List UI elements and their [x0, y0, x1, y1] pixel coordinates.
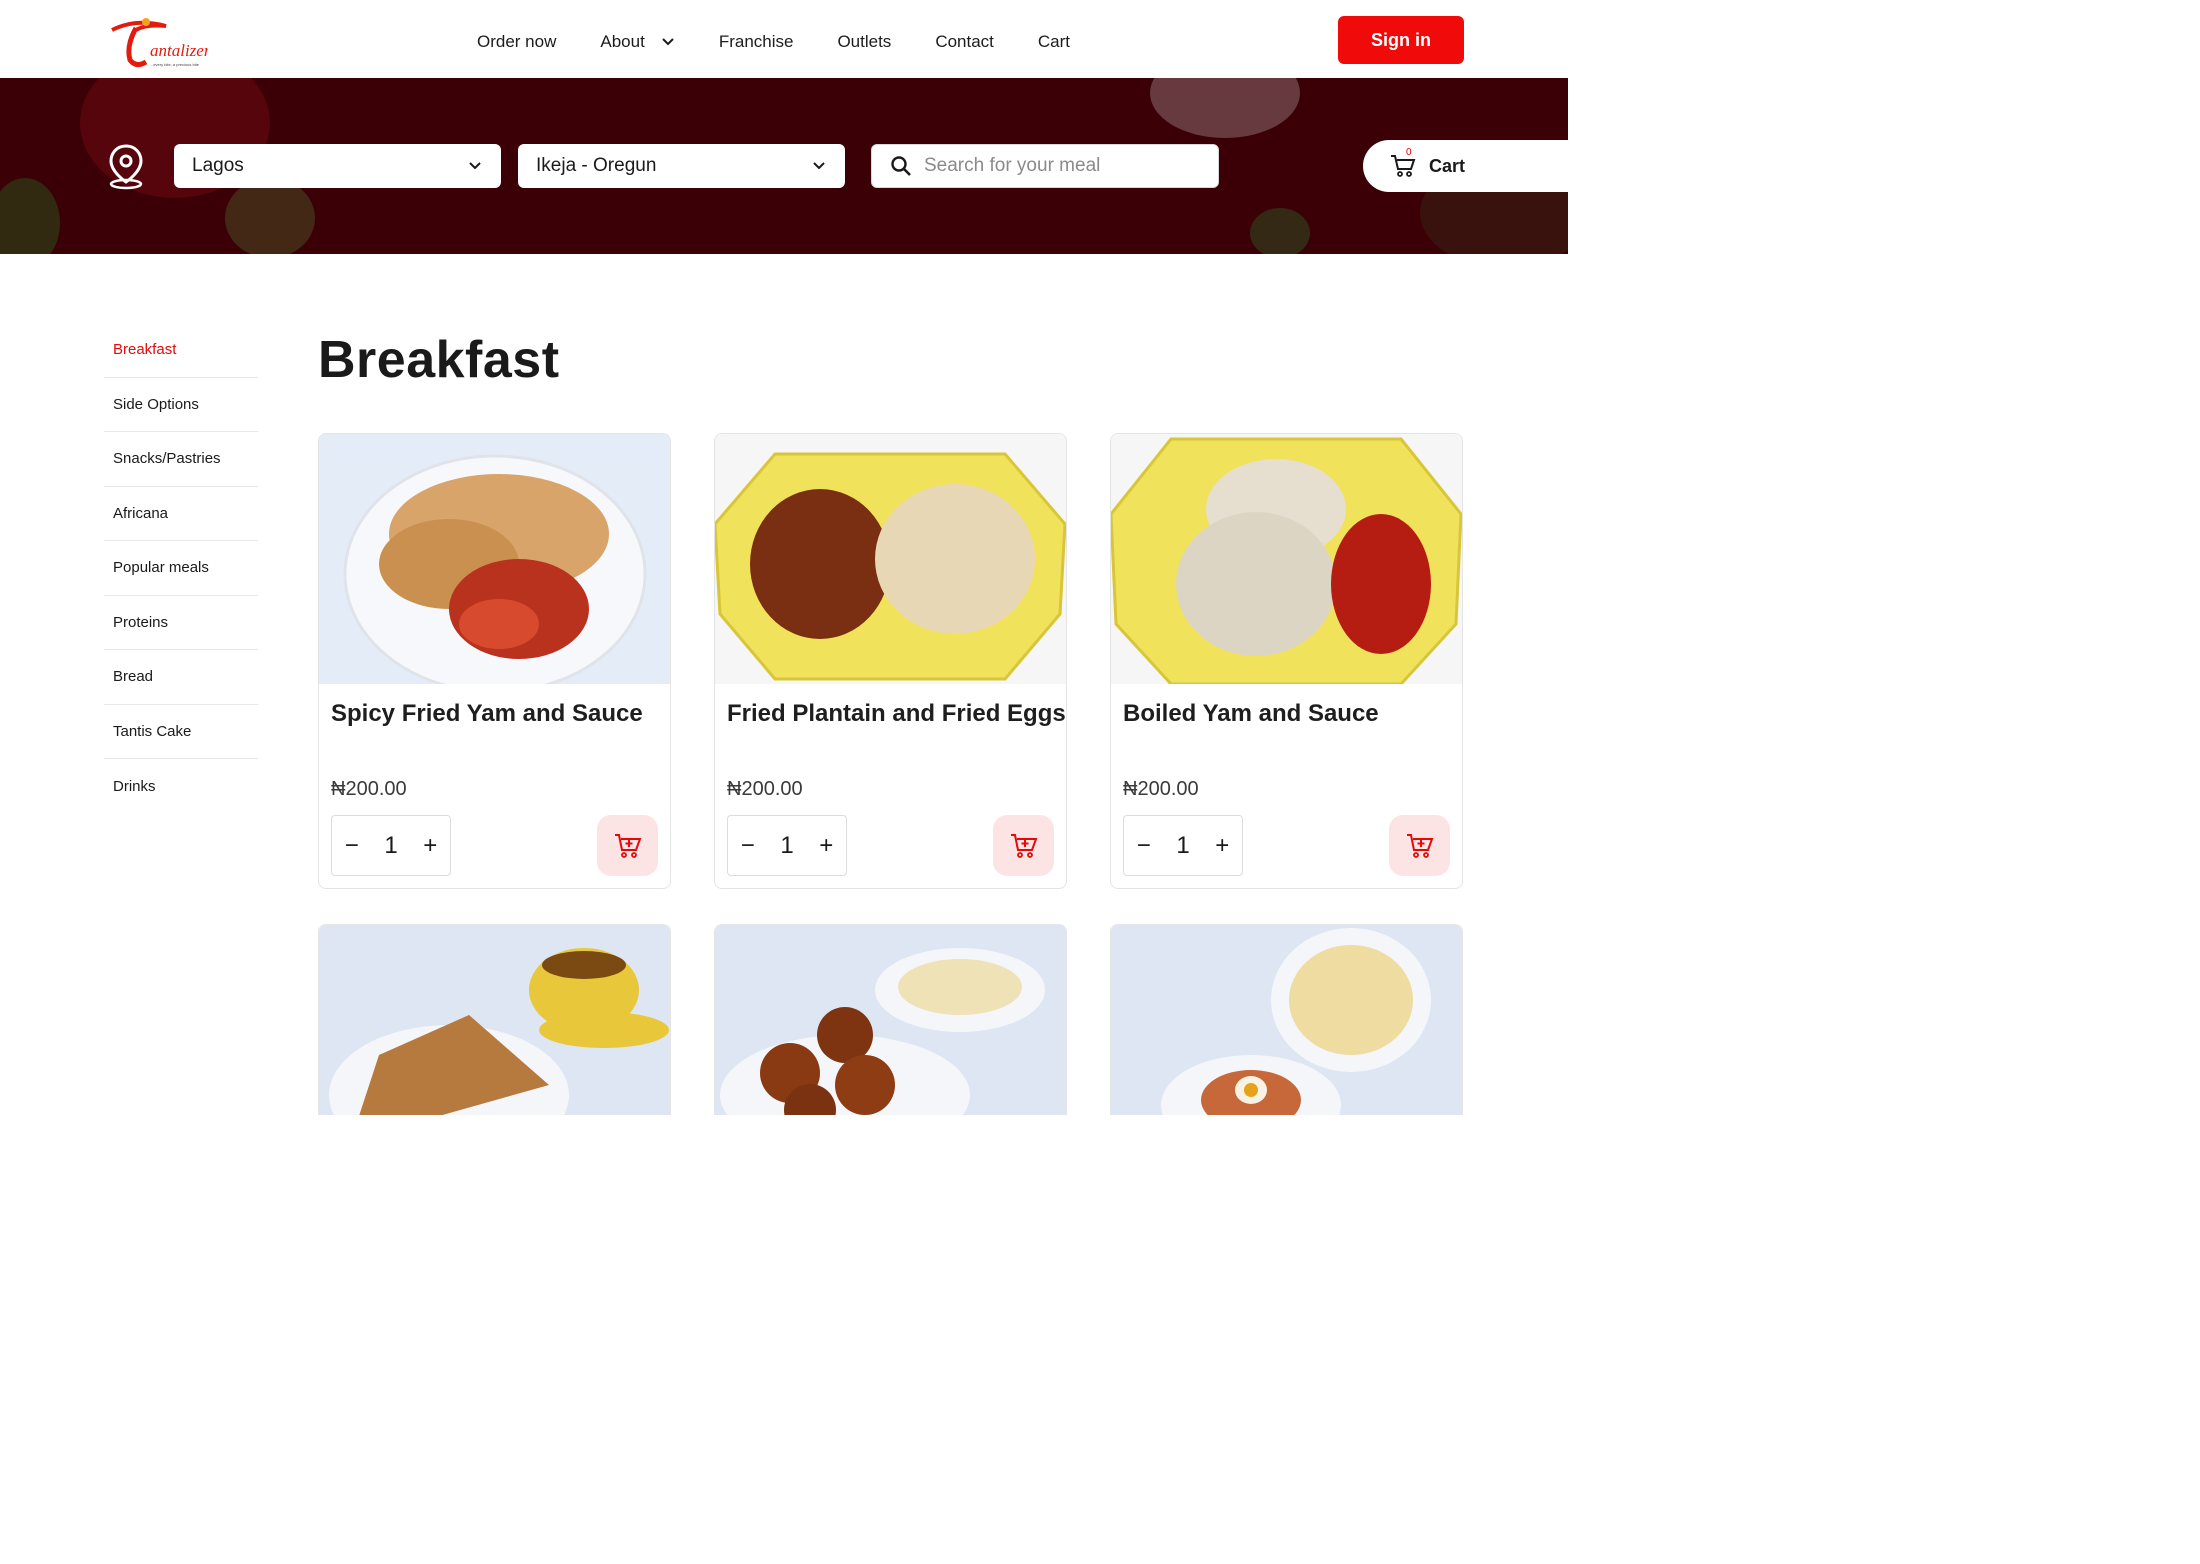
cart-icon-wrap: 0	[1389, 147, 1417, 179]
sidebar-item-bread[interactable]: Bread	[104, 650, 258, 705]
nav-franchise[interactable]: Franchise	[719, 32, 794, 52]
sidebar-item-label: Drinks	[113, 777, 156, 795]
product-price: ₦200.00	[331, 778, 407, 800]
sidebar-item-drinks[interactable]: Drinks	[104, 759, 258, 814]
sidebar-item-label: Tantis Cake	[113, 722, 192, 740]
meal-search-box[interactable]	[871, 144, 1219, 188]
cart-icon	[1391, 155, 1416, 177]
location-pin-icon	[109, 144, 143, 190]
product-image[interactable]	[319, 925, 670, 1115]
sidebar-item-breakfast[interactable]: Breakfast	[104, 323, 258, 378]
hero-banner: Lagos Ikeja - Oregun 0 Cart	[0, 78, 1568, 254]
nav-label: Outlets	[837, 32, 892, 51]
decrement-button[interactable]: −	[741, 832, 755, 860]
nav-label: About	[600, 32, 645, 51]
cart-label: Cart	[1429, 155, 1466, 176]
quantity-stepper[interactable]: − 1 +	[331, 815, 451, 876]
main-nav: Order now About Franchise Outlets Contac…	[477, 32, 1114, 52]
sidebar-item-label: Popular meals	[113, 559, 209, 577]
nav-label: Franchise	[718, 32, 794, 51]
state-select[interactable]: Lagos	[174, 144, 501, 188]
sidebar-item-tantis-cake[interactable]: Tantis Cake	[104, 705, 258, 759]
decrement-button[interactable]: −	[345, 832, 359, 860]
product-image[interactable]	[1111, 434, 1462, 684]
search-input[interactable]	[924, 155, 1204, 177]
sidebar-item-africana[interactable]: Africana	[104, 487, 258, 541]
search-icon	[891, 156, 911, 176]
decor-garlic	[1150, 78, 1300, 138]
nav-label: Cart	[1037, 32, 1071, 51]
cart-count-badge: 0	[1406, 147, 1412, 158]
quantity-stepper[interactable]: − 1 +	[727, 815, 847, 876]
chevron-down-icon	[469, 162, 481, 170]
quantity-value: 1	[1176, 831, 1190, 859]
product-card[interactable]: Spicy Fried Yam and Sauce ₦200.00 − 1 +	[318, 433, 671, 889]
sidebar-item-label: Bread	[113, 668, 154, 686]
sidebar-item-label: Side Options	[113, 395, 199, 413]
chevron-down-icon	[813, 162, 825, 170]
product-image[interactable]	[1111, 925, 1462, 1115]
quantity-value: 1	[384, 831, 398, 859]
state-select-value: Lagos	[192, 155, 244, 176]
page-title: Breakfast	[318, 331, 560, 389]
chevron-down-icon	[662, 38, 674, 46]
svg-text:...every bite, a precious bite: ...every bite, a precious bite	[150, 62, 200, 67]
increment-button[interactable]: +	[423, 832, 437, 860]
outlet-select[interactable]: Ikeja - Oregun	[518, 144, 845, 188]
nav-outlets[interactable]: Outlets	[837, 32, 891, 52]
sidebar-item-side-options[interactable]: Side Options	[104, 378, 258, 432]
product-name: Fried Plantain and Fried Eggs	[727, 700, 1066, 727]
cart-button[interactable]: 0 Cart	[1363, 140, 1568, 192]
product-name: Spicy Fried Yam and Sauce	[331, 700, 643, 727]
product-card[interactable]	[714, 924, 1067, 1115]
sidebar-item-label: Proteins	[113, 613, 169, 631]
product-image[interactable]	[715, 925, 1066, 1115]
product-card[interactable]	[1110, 924, 1463, 1115]
sidebar-item-label: Breakfast	[113, 341, 177, 359]
add-to-cart-button[interactable]	[993, 815, 1054, 876]
tantalizers-logo[interactable]: antalizers ...every bite, a precious bit…	[106, 16, 208, 72]
sidebar-item-popular-meals[interactable]: Popular meals	[104, 541, 258, 596]
product-card[interactable]: Fried Plantain and Fried Eggs ₦200.00 − …	[714, 433, 1067, 889]
svg-text:antalizers: antalizers	[150, 41, 208, 60]
nav-label: Contact	[935, 32, 994, 51]
sidebar-item-snacks-pastries[interactable]: Snacks/Pastries	[104, 432, 258, 487]
add-to-cart-icon	[1406, 833, 1433, 858]
quantity-stepper[interactable]: − 1 +	[1123, 815, 1243, 876]
increment-button[interactable]: +	[819, 832, 833, 860]
add-to-cart-button[interactable]	[1389, 815, 1450, 876]
add-to-cart-button[interactable]	[597, 815, 658, 876]
sidebar-item-label: Snacks/Pastries	[113, 450, 221, 468]
add-to-cart-icon	[1010, 833, 1037, 858]
top-navbar: antalizers ...every bite, a precious bit…	[0, 0, 1568, 78]
product-name: Boiled Yam and Sauce	[1123, 700, 1379, 727]
product-card[interactable]	[318, 924, 671, 1115]
decor-cardamom	[225, 178, 315, 254]
decor-leaf-right	[1250, 208, 1310, 254]
nav-label: Order now	[477, 32, 557, 51]
sidebar-item-proteins[interactable]: Proteins	[104, 596, 258, 650]
outlet-select-value: Ikeja - Oregun	[536, 155, 657, 176]
nav-contact[interactable]: Contact	[935, 32, 994, 52]
product-image[interactable]	[715, 434, 1066, 684]
product-price: ₦200.00	[727, 778, 803, 800]
category-sidebar: Breakfast Side Options Snacks/Pastries A…	[104, 323, 258, 814]
nav-cart[interactable]: Cart	[1038, 32, 1070, 52]
quantity-value: 1	[780, 831, 794, 859]
sign-in-button[interactable]: Sign in	[1338, 16, 1464, 64]
increment-button[interactable]: +	[1215, 832, 1229, 860]
nav-about[interactable]: About	[600, 32, 674, 52]
decor-leaf	[0, 178, 60, 254]
sidebar-item-label: Africana	[113, 504, 169, 522]
decrement-button[interactable]: −	[1137, 832, 1151, 860]
nav-order-now[interactable]: Order now	[477, 32, 556, 52]
product-image[interactable]	[319, 434, 670, 684]
add-to-cart-icon	[614, 833, 641, 858]
product-price: ₦200.00	[1123, 778, 1199, 800]
product-card[interactable]: Boiled Yam and Sauce ₦200.00 − 1 +	[1110, 433, 1463, 889]
